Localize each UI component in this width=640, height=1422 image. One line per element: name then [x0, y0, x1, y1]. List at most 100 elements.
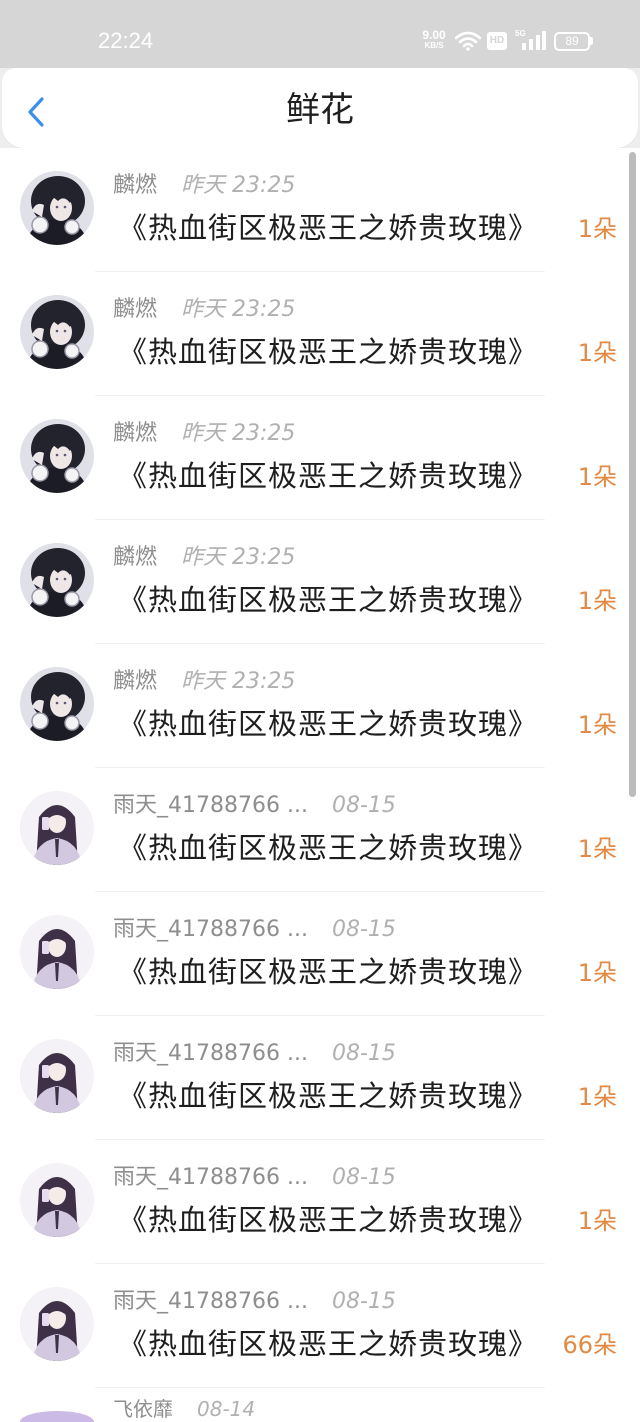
- purple-hair-girl-avatar-image: [20, 791, 94, 865]
- gift-time: 08-14: [197, 1397, 256, 1421]
- status-bar: 22:24 9.00 KB/S HD 5G 89: [0, 0, 640, 68]
- battery-level: 89: [565, 34, 579, 48]
- book-title: 《热血街区极恶王之娇贵玫瑰》: [118, 211, 539, 245]
- list-item[interactable]: 麟燃 昨天 23:25 《热血街区极恶王之娇贵玫瑰》 1朵: [0, 520, 640, 644]
- user-name[interactable]: 雨天_41788766 ...: [113, 917, 308, 943]
- book-title: 《热血街区极恶王之娇贵玫瑰》: [118, 459, 539, 493]
- flower-count: 1朵: [577, 587, 617, 615]
- list-item[interactable]: 雨天_41788766 ... 08-15 《热血街区极恶王之娇贵玫瑰》 1朵: [0, 892, 640, 1016]
- net-speed-value: 9.00: [422, 28, 446, 42]
- avatar[interactable]: [20, 1411, 94, 1422]
- battery-icon: 89: [554, 32, 590, 51]
- user-name[interactable]: 雨天_41788766 ...: [113, 793, 308, 819]
- item-meta: 麟燃 昨天 23:25: [113, 669, 295, 695]
- book-title: 《热血街区极恶王之娇贵玫瑰》: [118, 955, 539, 989]
- purple-hair-girl-avatar-image: [20, 915, 94, 989]
- item-meta: 麟燃 昨天 23:25: [113, 421, 295, 447]
- user-name[interactable]: 麟燃: [113, 173, 157, 199]
- user-name[interactable]: 雨天_41788766 ...: [113, 1041, 308, 1067]
- gift-time: 昨天 23:25: [181, 421, 296, 446]
- purple-hair-girl-avatar-image: [20, 1287, 94, 1361]
- wifi-icon: [455, 31, 481, 51]
- avatar[interactable]: [20, 171, 94, 245]
- purple-hair-girl-avatar-image: [20, 1039, 94, 1113]
- dark-hair-boy-avatar-image: [20, 171, 94, 245]
- purple-hair-girl-avatar-image: [20, 1163, 94, 1237]
- dark-hair-boy-avatar-image: [20, 667, 94, 741]
- book-title: 《热血街区极恶王之娇贵玫瑰》: [118, 1079, 539, 1113]
- book-title: 《热血街区极恶王之娇贵玫瑰》: [118, 1203, 539, 1237]
- book-title: 《热血街区极恶王之娇贵玫瑰》: [118, 335, 539, 369]
- list-item[interactable]: 雨天_41788766 ... 08-15 《热血街区极恶王之娇贵玫瑰》 1朵: [0, 1016, 640, 1140]
- list-item[interactable]: 麟燃 昨天 23:25 《热血街区极恶王之娇贵玫瑰》 1朵: [0, 396, 640, 520]
- item-meta: 麟燃 昨天 23:25: [113, 545, 295, 571]
- dark-hair-boy-avatar-image: [20, 295, 94, 369]
- item-meta: 雨天_41788766 ... 08-15: [113, 793, 396, 819]
- avatar[interactable]: [20, 1163, 94, 1237]
- list-item-partial[interactable]: 飞依靡 08-14: [0, 1388, 640, 1422]
- avatar[interactable]: [20, 1039, 94, 1113]
- flower-count: 1朵: [577, 959, 617, 987]
- book-title: 《热血街区极恶王之娇贵玫瑰》: [118, 707, 539, 741]
- scrollbar-thumb[interactable]: [629, 152, 636, 797]
- flower-count: 66朵: [562, 1331, 617, 1359]
- user-name[interactable]: 麟燃: [113, 545, 157, 571]
- gift-time: 08-15: [331, 1165, 396, 1190]
- avatar[interactable]: [20, 543, 94, 617]
- item-meta: 麟燃 昨天 23:25: [113, 297, 295, 323]
- gift-time: 昨天 23:25: [181, 545, 296, 570]
- item-meta: 飞依靡 08-14: [113, 1398, 255, 1420]
- avatar[interactable]: [20, 295, 94, 369]
- list-item[interactable]: 麟燃 昨天 23:25 《热血街区极恶王之娇贵玫瑰》 1朵: [0, 272, 640, 396]
- user-name[interactable]: 雨天_41788766 ...: [113, 1165, 308, 1191]
- flower-count: 1朵: [577, 463, 617, 491]
- item-meta: 麟燃 昨天 23:25: [113, 173, 295, 199]
- avatar[interactable]: [20, 667, 94, 741]
- item-meta: 雨天_41788766 ... 08-15: [113, 1041, 396, 1067]
- gift-time: 08-15: [331, 793, 396, 818]
- flower-count: 1朵: [577, 215, 617, 243]
- user-name[interactable]: 雨天_41788766 ...: [113, 1289, 308, 1315]
- flower-count: 1朵: [577, 835, 617, 863]
- item-meta: 雨天_41788766 ... 08-15: [113, 917, 396, 943]
- user-name[interactable]: 麟燃: [113, 421, 157, 447]
- net-speed: 9.00 KB/S: [416, 29, 452, 50]
- book-title: 《热血街区极恶王之娇贵玫瑰》: [118, 583, 539, 617]
- user-name[interactable]: 飞依靡: [113, 1398, 173, 1420]
- avatar[interactable]: [20, 915, 94, 989]
- item-meta: 雨天_41788766 ... 08-15: [113, 1165, 396, 1191]
- gift-time: 昨天 23:25: [181, 297, 296, 322]
- list-item[interactable]: 雨天_41788766 ... 08-15 《热血街区极恶王之娇贵玫瑰》 66朵: [0, 1264, 640, 1388]
- hd-icon: HD: [487, 32, 507, 50]
- item-meta: 雨天_41788766 ... 08-15: [113, 1289, 396, 1315]
- dark-hair-boy-avatar-image: [20, 419, 94, 493]
- gift-time: 昨天 23:25: [181, 669, 296, 694]
- net-speed-unit: KB/S: [424, 41, 444, 50]
- book-title: 《热血街区极恶王之娇贵玫瑰》: [118, 831, 539, 865]
- list-item[interactable]: 麟燃 昨天 23:25 《热血街区极恶王之娇贵玫瑰》 1朵: [0, 148, 640, 272]
- signal-icon: [522, 31, 546, 50]
- list-item[interactable]: 麟燃 昨天 23:25 《热血街区极恶王之娇贵玫瑰》 1朵: [0, 644, 640, 768]
- avatar[interactable]: [20, 791, 94, 865]
- dark-hair-boy-avatar-image: [20, 543, 94, 617]
- page-title: 鲜花: [286, 90, 354, 130]
- avatar[interactable]: [20, 419, 94, 493]
- flower-count: 1朵: [577, 339, 617, 367]
- user-name[interactable]: 麟燃: [113, 297, 157, 323]
- gift-time: 昨天 23:25: [181, 173, 296, 198]
- book-title: 《热血街区极恶王之娇贵玫瑰》: [118, 1327, 539, 1361]
- flower-count: 1朵: [577, 1207, 617, 1235]
- flower-count: 1朵: [577, 711, 617, 739]
- user-name[interactable]: 麟燃: [113, 669, 157, 695]
- gift-time: 08-15: [331, 1289, 396, 1314]
- battery-nub: [590, 37, 593, 45]
- gift-time: 08-15: [331, 917, 396, 942]
- flower-gift-list: 麟燃 昨天 23:25 《热血街区极恶王之娇贵玫瑰》 1朵 麟燃 昨天 23:2…: [0, 148, 640, 1422]
- gift-time: 08-15: [331, 1041, 396, 1066]
- avatar[interactable]: [20, 1287, 94, 1361]
- list-item[interactable]: 雨天_41788766 ... 08-15 《热血街区极恶王之娇贵玫瑰》 1朵: [0, 768, 640, 892]
- clock: 22:24: [98, 28, 154, 53]
- nav-header: 鲜花: [2, 68, 638, 148]
- list-item[interactable]: 雨天_41788766 ... 08-15 《热血街区极恶王之娇贵玫瑰》 1朵: [0, 1140, 640, 1264]
- flower-count: 1朵: [577, 1083, 617, 1111]
